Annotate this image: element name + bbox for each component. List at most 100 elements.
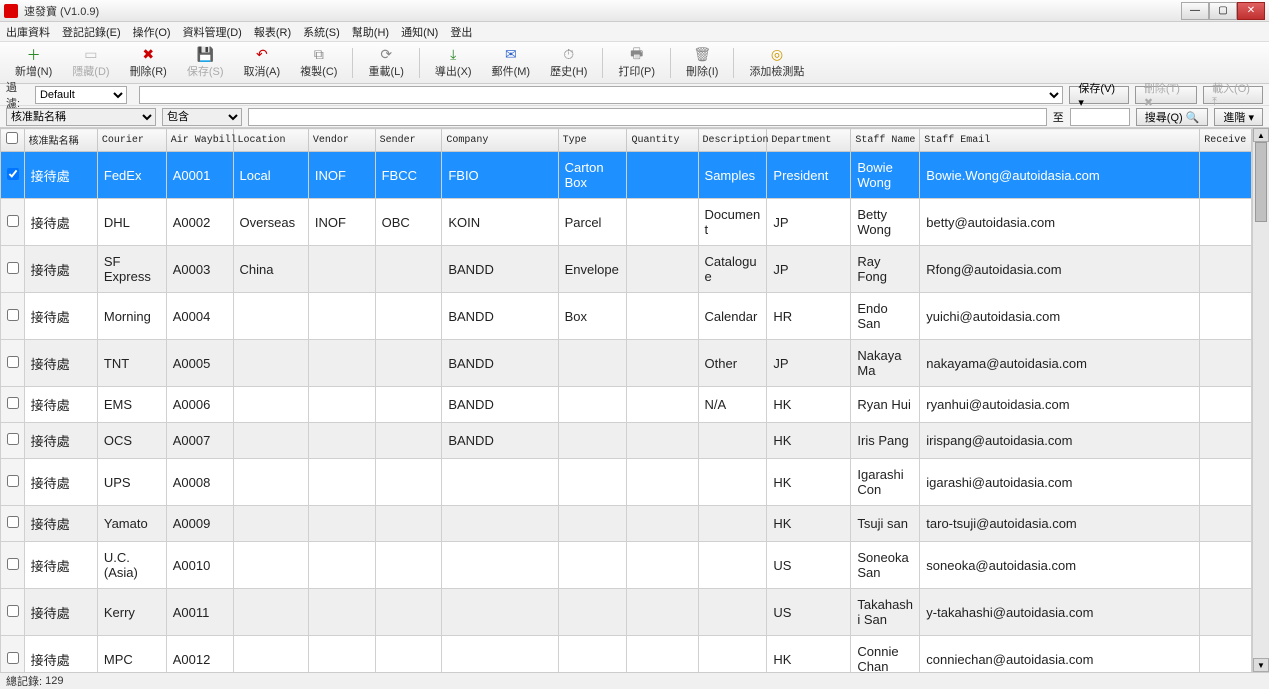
row-checkbox-cell[interactable]: [1, 542, 25, 589]
column-header-2[interactable]: Air Waybill: [166, 129, 233, 152]
column-header-12[interactable]: Staff Email: [920, 129, 1200, 152]
table-row[interactable]: 接待處MorningA0004BANDDBoxCalendarHREndo Sa…: [1, 293, 1252, 340]
cell: A0009: [166, 506, 233, 542]
column-header-1[interactable]: Courier: [97, 129, 166, 152]
row-checkbox-cell[interactable]: [1, 589, 25, 636]
column-header-7[interactable]: Type: [558, 129, 627, 152]
search-field-select[interactable]: 核准點名稱: [6, 108, 156, 126]
row-checkbox-cell[interactable]: [1, 293, 25, 340]
row-checkbox-cell[interactable]: [1, 636, 25, 673]
add-point-button[interactable]: ◎添加檢測點: [742, 44, 811, 82]
row-checkbox-cell[interactable]: [1, 152, 25, 199]
close-button[interactable]: ✕: [1237, 2, 1265, 20]
row-checkbox[interactable]: [7, 168, 19, 180]
cell: [558, 423, 627, 459]
menu-item-3[interactable]: 資料管理(D): [183, 24, 242, 40]
delete2-button[interactable]: 🗑刪除(I): [679, 44, 725, 82]
menu-item-8[interactable]: 登出: [450, 24, 472, 40]
filter-preset-select[interactable]: Default: [35, 86, 127, 104]
table-row[interactable]: 接待處SF ExpressA0003ChinaBANDDEnvelopeCata…: [1, 246, 1252, 293]
delete-row-label: 隱藏(D): [72, 63, 109, 79]
row-checkbox[interactable]: [7, 262, 19, 274]
row-checkbox[interactable]: [7, 309, 19, 321]
row-checkbox-cell[interactable]: [1, 199, 25, 246]
row-checkbox-cell[interactable]: [1, 246, 25, 293]
table-row[interactable]: 接待處YamatoA0009HKTsuji santaro-tsuji@auto…: [1, 506, 1252, 542]
column-header-3[interactable]: Location: [233, 129, 308, 152]
header-checkbox-cell[interactable]: [1, 129, 25, 152]
filter-import-button[interactable]: 載入(O) ⤒: [1203, 86, 1263, 104]
search-to-input[interactable]: [1070, 108, 1130, 126]
menu-item-1[interactable]: 登記記錄(E): [62, 24, 121, 40]
cell: [233, 506, 308, 542]
table-row[interactable]: 接待處TNTA0005BANDDOtherJPNakaya Manakayama…: [1, 340, 1252, 387]
row-checkbox-cell[interactable]: [1, 387, 25, 423]
table-row[interactable]: 接待處OCSA0007BANDDHKIris Pangirispang@auto…: [1, 423, 1252, 459]
table-row[interactable]: 接待處MPCA0012HKConnie Chanconniechan@autoi…: [1, 636, 1252, 673]
row-checkbox-cell[interactable]: [1, 506, 25, 542]
menu-item-2[interactable]: 操作(O): [133, 24, 171, 40]
search-button[interactable]: 搜尋(Q) 🔍: [1136, 108, 1209, 126]
row-checkbox[interactable]: [7, 605, 19, 617]
table-row[interactable]: 接待處DHLA0002OverseasINOFOBCKOINParcelDocu…: [1, 199, 1252, 246]
row-checkbox[interactable]: [7, 652, 19, 664]
export-button[interactable]: ⤓導出(X): [428, 44, 479, 82]
refresh-button[interactable]: ⟳重載(L): [361, 44, 410, 82]
mail-button[interactable]: ✉郵件(M): [485, 44, 538, 82]
menu-item-5[interactable]: 系統(S): [303, 24, 340, 40]
row-checkbox[interactable]: [7, 356, 19, 368]
search-operator-select[interactable]: 包含: [162, 108, 242, 126]
column-header-10[interactable]: Department: [767, 129, 851, 152]
table-row[interactable]: 接待處U.C. (Asia)A0010USSoneoka Sansoneoka@…: [1, 542, 1252, 589]
vertical-scrollbar[interactable]: ▲ ▼: [1252, 128, 1269, 672]
delete-row-button[interactable]: ▭隱藏(D): [65, 44, 116, 82]
filter-long-select[interactable]: [139, 86, 1064, 104]
row-checkbox[interactable]: [7, 215, 19, 227]
save-button[interactable]: 💾保存(S): [180, 44, 231, 82]
column-header-0[interactable]: 核准點名稱: [24, 129, 97, 152]
scroll-up-arrow[interactable]: ▲: [1253, 128, 1269, 142]
new-button[interactable]: ＋新增(N): [8, 44, 59, 82]
cell: Endo San: [851, 293, 920, 340]
column-header-13[interactable]: Receive Time: [1200, 129, 1252, 152]
column-header-9[interactable]: Description: [698, 129, 767, 152]
table-row[interactable]: 接待處UPSA0008HKIgarashi Conigarashi@autoid…: [1, 459, 1252, 506]
maximize-button[interactable]: ▢: [1209, 2, 1237, 20]
column-header-5[interactable]: Sender: [375, 129, 442, 152]
table-row[interactable]: 接待處KerryA0011USTakahashi Sany-takahashi@…: [1, 589, 1252, 636]
column-header-8[interactable]: Quantity: [627, 129, 698, 152]
table-row[interactable]: 接待處EMSA0006BANDDN/AHKRyan Huiryanhui@aut…: [1, 387, 1252, 423]
row-checkbox[interactable]: [7, 558, 19, 570]
history-button[interactable]: ⏱歷史(H): [543, 44, 594, 82]
row-checkbox[interactable]: [7, 516, 19, 528]
row-checkbox-cell[interactable]: [1, 459, 25, 506]
advanced-button[interactable]: 進階 ▾: [1214, 108, 1263, 126]
menu-item-4[interactable]: 報表(R): [254, 24, 291, 40]
column-header-4[interactable]: Vendor: [308, 129, 375, 152]
remove-button[interactable]: ✖刪除(R): [123, 44, 174, 82]
row-checkbox[interactable]: [7, 475, 19, 487]
minimize-button[interactable]: —: [1181, 2, 1209, 20]
cell: 接待處: [24, 246, 97, 293]
filter-delete-button[interactable]: 刪除(T) ✖: [1135, 86, 1197, 104]
row-checkbox-cell[interactable]: [1, 340, 25, 387]
row-checkbox[interactable]: [7, 433, 19, 445]
row-checkbox-cell[interactable]: [1, 423, 25, 459]
print-button[interactable]: 🖶打印(P): [611, 44, 662, 82]
table-row[interactable]: 接待處FedExA0001LocalINOFFBCCFBIOCarton Box…: [1, 152, 1252, 199]
search-input[interactable]: [248, 108, 1047, 126]
copy-button[interactable]: ⧉複製(C): [293, 44, 344, 82]
data-grid[interactable]: 核准點名稱CourierAir WaybillLocationVendorSen…: [0, 128, 1252, 672]
column-header-6[interactable]: Company: [442, 129, 558, 152]
menu-item-0[interactable]: 出庫資料: [6, 24, 50, 40]
row-checkbox[interactable]: [7, 397, 19, 409]
scroll-down-arrow[interactable]: ▼: [1253, 658, 1269, 672]
scroll-thumb[interactable]: [1255, 142, 1267, 222]
menu-item-6[interactable]: 幫助(H): [352, 24, 389, 40]
select-all-checkbox[interactable]: [6, 132, 18, 144]
column-header-11[interactable]: Staff Name: [851, 129, 920, 152]
menu-item-7[interactable]: 通知(N): [401, 24, 438, 40]
cell: [1200, 459, 1252, 506]
filter-save-button[interactable]: 保存(V) ▾: [1069, 86, 1128, 104]
cancel-button[interactable]: ↶取消(A): [237, 44, 288, 82]
